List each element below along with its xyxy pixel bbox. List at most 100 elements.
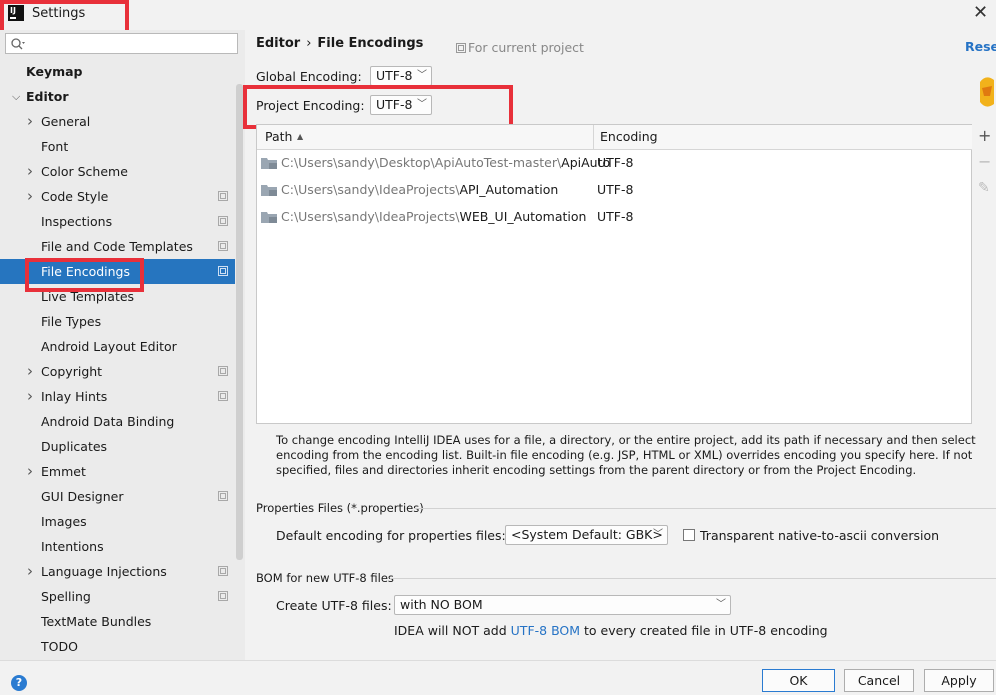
sidebar-item-label: Intentions (41, 539, 104, 554)
chevron-right-icon[interactable]: › (27, 159, 33, 184)
table-row[interactable]: C:\Users\sandy\IdeaProjects\API_Automati… (257, 176, 971, 203)
project-encoding-select[interactable]: UTF-8 ﹀ (370, 95, 432, 115)
sidebar-item-label: Spelling (41, 589, 91, 604)
sidebar-item-textmate-bundles[interactable]: TextMate Bundles (0, 609, 235, 634)
sidebar-item-spelling[interactable]: Spelling (0, 584, 235, 609)
path-column-header[interactable]: Path ▲ (257, 125, 593, 150)
create-utf8-value: with NO BOM (400, 597, 483, 612)
encoding-column-header[interactable]: Encoding (593, 125, 972, 150)
project-scope-icon (218, 216, 228, 226)
row-encoding[interactable]: UTF-8 (597, 203, 633, 230)
sidebar-item-language-injections[interactable]: › Language Injections (0, 559, 235, 584)
sidebar-item-android-data-binding[interactable]: Android Data Binding (0, 409, 235, 434)
sidebar-item-copyright[interactable]: › Copyright (0, 359, 235, 384)
sidebar-item-font[interactable]: Font (0, 134, 235, 159)
sidebar-item-images[interactable]: Images (0, 509, 235, 534)
sidebar-item-live-templates[interactable]: Live Templates (0, 284, 235, 309)
default-properties-encoding-value: <System Default: GBK> (511, 527, 663, 542)
breadcrumb: Editor › File Encodings (256, 36, 423, 51)
create-utf8-label: Create UTF-8 files: (276, 598, 392, 613)
remove-path-button[interactable]: − (978, 153, 991, 171)
mascot-logo-icon (980, 77, 994, 107)
chevron-right-icon[interactable]: › (27, 109, 33, 134)
project-scope-icon (218, 266, 228, 276)
sidebar-item-inlay-hints[interactable]: › Inlay Hints (0, 384, 235, 409)
bom-note: IDEA will NOT add UTF-8 BOM to every cre… (394, 623, 828, 638)
project-scope-icon (218, 366, 228, 376)
project-scope-icon (218, 591, 228, 601)
sidebar-item-inspections[interactable]: Inspections (0, 209, 235, 234)
sidebar-scroll-thumb[interactable] (236, 84, 243, 560)
sidebar-item-keymap[interactable]: Keymap (0, 59, 235, 84)
row-path: C:\Users\sandy\Desktop\ApiAutoTest-maste… (281, 155, 611, 170)
add-path-button[interactable]: + (978, 127, 991, 145)
global-encoding-value: UTF-8 (376, 68, 413, 83)
sidebar-item-label: Language Injections (41, 564, 167, 579)
sidebar-item-label: Inlay Hints (41, 389, 108, 404)
sidebar-item-editor[interactable]: ⌵ Editor (0, 84, 235, 109)
sidebar-item-code-style[interactable]: › Code Style (0, 184, 235, 209)
table-row[interactable]: C:\Users\sandy\IdeaProjects\WEB_UI_Autom… (257, 203, 971, 230)
sidebar-item-label: Emmet (41, 464, 86, 479)
path-encoding-table: Path ▲ Encoding C:\Users\sandy\Desktop\A… (256, 124, 972, 424)
sidebar-item-emmet[interactable]: › Emmet (0, 459, 235, 484)
cancel-button[interactable]: Cancel (844, 669, 914, 692)
sidebar-item-file-encodings[interactable]: File Encodings (0, 259, 235, 284)
chevron-down-icon: ﹀ (716, 599, 726, 610)
sidebar-item-gui-designer[interactable]: GUI Designer (0, 484, 235, 509)
transparent-conversion-checkbox[interactable] (683, 529, 695, 541)
breadcrumb-separator: › (306, 36, 312, 51)
sidebar-item-label: Images (41, 514, 87, 529)
breadcrumb-parent: Editor (256, 36, 301, 51)
encoding-header-label: Encoding (600, 129, 658, 144)
sidebar-item-label: File Encodings (41, 264, 131, 279)
path-header-label: Path (265, 129, 293, 144)
sidebar-item-color-scheme[interactable]: › Color Scheme (0, 159, 235, 184)
sidebar-item-file-and-code-templates[interactable]: File and Code Templates (0, 234, 235, 259)
sidebar-item-general[interactable]: › General (0, 109, 235, 134)
chevron-right-icon[interactable]: › (27, 384, 33, 409)
search-icon (11, 38, 25, 50)
utf8-bom-link[interactable]: UTF-8 BOM (511, 623, 580, 638)
search-input[interactable] (5, 33, 238, 54)
chevron-right-icon[interactable]: › (27, 559, 33, 584)
close-icon[interactable]: ✕ (973, 3, 988, 23)
ok-button[interactable]: OK (762, 669, 835, 692)
sidebar-item-label: Code Style (41, 189, 109, 204)
chevron-right-icon[interactable]: › (27, 184, 33, 209)
properties-section-title: Properties Files (*.properties) (256, 501, 424, 515)
sidebar-item-label: Font (41, 139, 69, 154)
folder-icon (261, 212, 277, 223)
chevron-right-icon[interactable]: › (27, 459, 33, 484)
transparent-conversion-label[interactable]: Transparent native-to-ascii conversion (700, 528, 939, 543)
sidebar-item-label: File and Code Templates (41, 239, 193, 254)
reset-link[interactable]: Reset (965, 39, 996, 54)
chevron-right-icon[interactable]: › (27, 359, 33, 384)
edit-path-button[interactable]: ✎ (978, 179, 990, 197)
help-icon[interactable]: ? (11, 675, 27, 691)
row-encoding[interactable]: UTF-8 (597, 176, 633, 203)
row-encoding[interactable]: UTF-8 (597, 149, 633, 176)
sidebar-item-duplicates[interactable]: Duplicates (0, 434, 235, 459)
default-properties-encoding-select[interactable]: <System Default: GBK> ﹀ (505, 525, 668, 545)
chevron-down-icon: ﹀ (417, 70, 427, 81)
project-scope-icon (218, 241, 228, 251)
sidebar-item-android-layout-editor[interactable]: Android Layout Editor (0, 334, 235, 359)
folder-icon (261, 158, 277, 169)
create-utf8-select[interactable]: with NO BOM ﹀ (394, 595, 731, 615)
sidebar-item-file-types[interactable]: File Types (0, 309, 235, 334)
chevron-down-icon[interactable]: ⌵ (12, 84, 20, 109)
global-encoding-select[interactable]: UTF-8 ﹀ (370, 66, 432, 86)
sidebar-item-label: TODO (41, 639, 78, 654)
sidebar-item-label: Copyright (41, 364, 103, 379)
sidebar-item-todo[interactable]: TODO (0, 634, 235, 659)
breadcrumb-current: File Encodings (317, 36, 424, 51)
apply-button[interactable]: Apply (924, 669, 994, 692)
table-row[interactable]: C:\Users\sandy\Desktop\ApiAutoTest-maste… (257, 149, 971, 176)
for-current-project-label: For current project (468, 40, 584, 55)
project-scope-icon (218, 391, 228, 401)
default-properties-encoding-label: Default encoding for properties files: (276, 528, 506, 543)
sidebar-item-intentions[interactable]: Intentions (0, 534, 235, 559)
sidebar-item-label: Live Templates (41, 289, 135, 304)
sidebar-item-label: File Types (41, 314, 102, 329)
